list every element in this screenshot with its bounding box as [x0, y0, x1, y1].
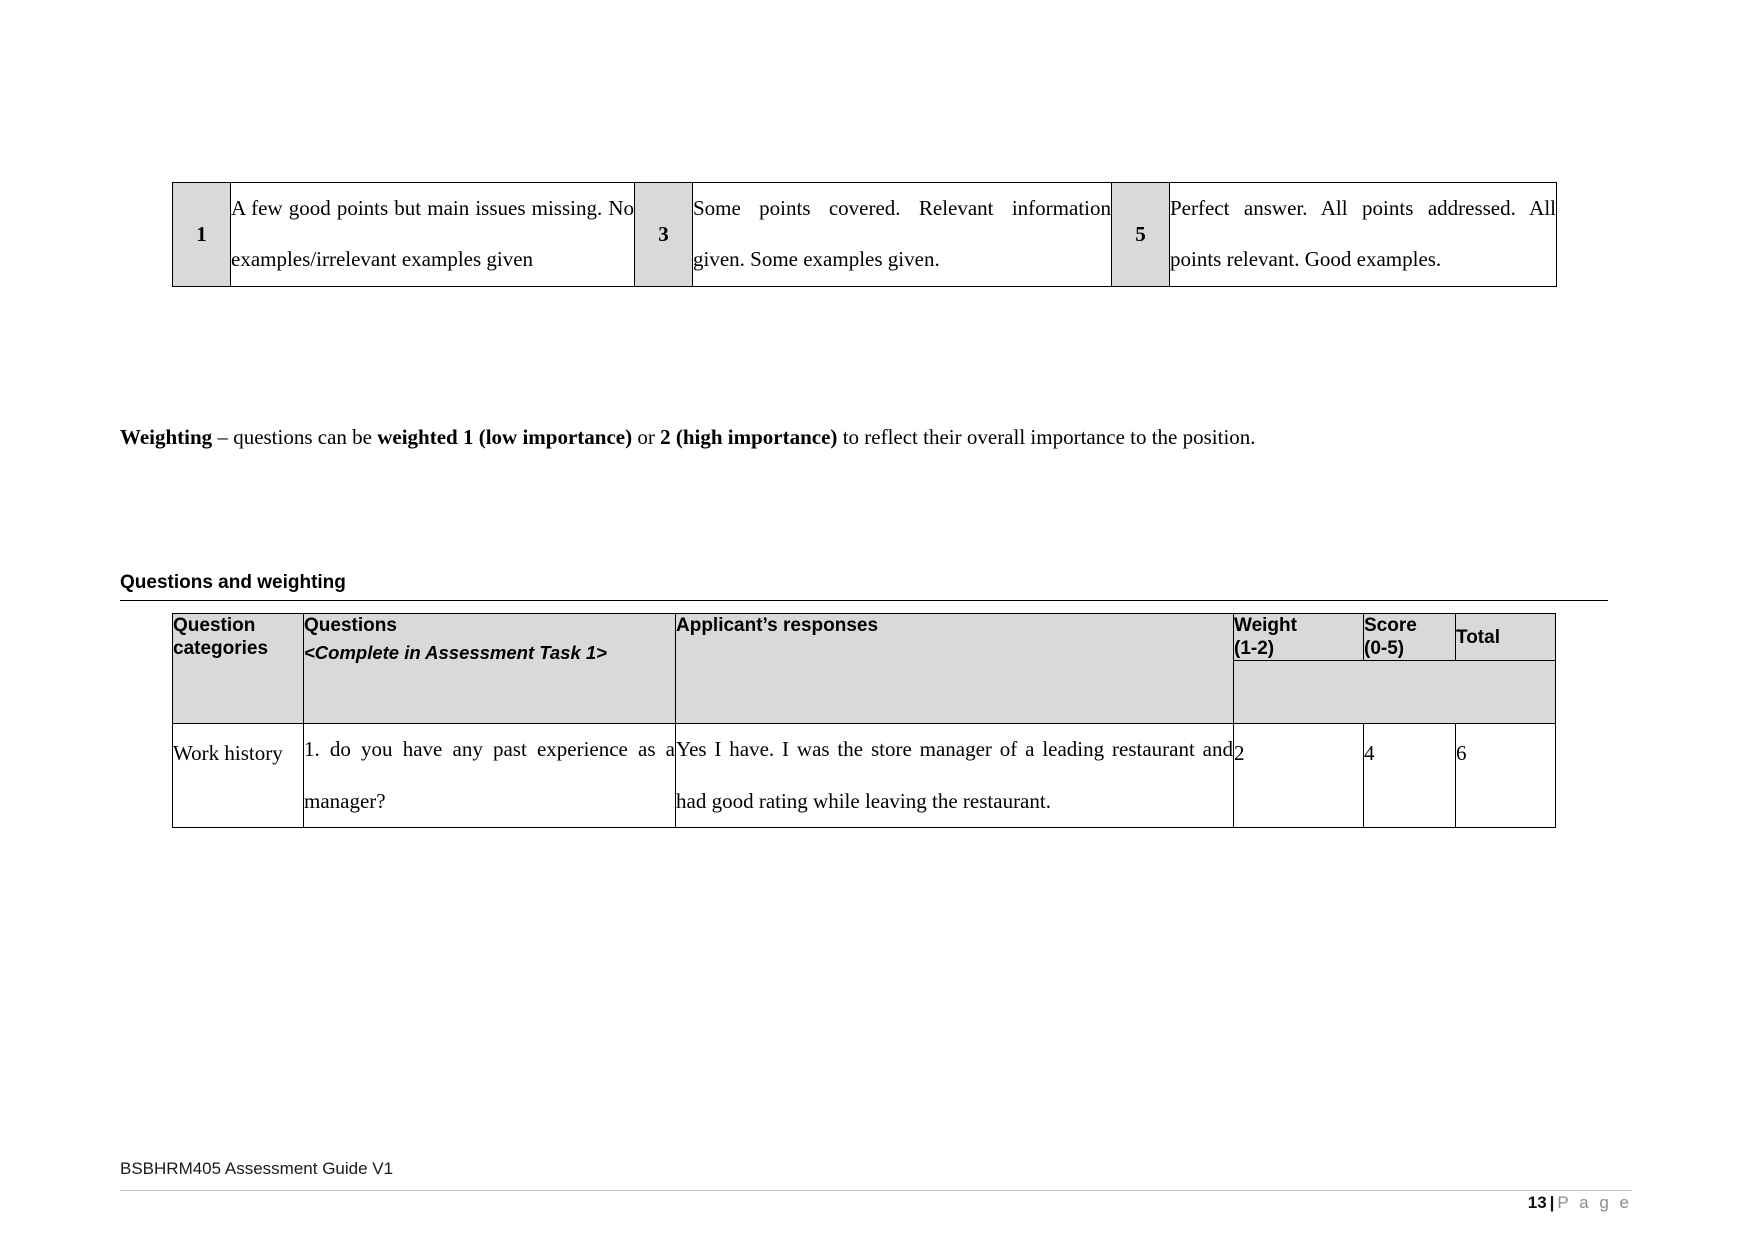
column-header-weight-line1: Weight: [1234, 615, 1297, 636]
header-spacer-cell: [1233, 660, 1556, 725]
rubric-table-container: 1 A few good points but main issues miss…: [172, 182, 1557, 287]
column-header-score-line1: Score: [1364, 615, 1417, 636]
rubric-description-3: Some points covered. Relevant informatio…: [692, 182, 1112, 287]
page-number-value: 13: [1527, 1193, 1547, 1212]
document-page: 1 A few good points but main issues miss…: [0, 0, 1754, 1241]
footer-page-number: 13 | P a g e: [1528, 1193, 1632, 1213]
table-header-row: Question categories Questions <Complete …: [172, 612, 1556, 725]
rubric-score-5: 5: [1111, 182, 1170, 287]
weighting-paragraph: Weighting – questions can be weighted 1 …: [120, 423, 1640, 451]
column-header-questions-label: Questions: [304, 615, 397, 636]
column-header-question-categories: Question categories: [172, 612, 304, 725]
questions-table-container: Question categories Questions <Complete …: [172, 612, 1556, 829]
cell-question-text: 1. do you have any past experience as a …: [303, 723, 676, 829]
cell-weight-value: 2: [1233, 723, 1364, 829]
column-header-score: Score (0-5): [1363, 612, 1456, 662]
cell-total-value: 6: [1455, 723, 1556, 829]
rubric-score-3: 3: [634, 182, 693, 287]
footer-document-title: BSBHRM405 Assessment Guide V1: [120, 1159, 394, 1178]
column-header-total: Total: [1455, 612, 1556, 662]
column-header-questions-note: <Complete in Assessment Task 1>: [304, 642, 607, 664]
cell-score-value: 4: [1363, 723, 1456, 829]
weighting-text-3: to reflect their overall importance to t…: [837, 425, 1256, 449]
section-heading-questions-and-weighting: Questions and weighting: [120, 572, 1608, 601]
column-header-weight: Weight (1-2): [1233, 612, 1364, 662]
weighting-high-importance: 2 (high importance): [660, 425, 838, 449]
page-number-word: P a g e: [1557, 1193, 1632, 1212]
page-number-separator: |: [1549, 1193, 1555, 1212]
weighting-text-1: – questions can be: [212, 425, 378, 449]
cell-question-category: Work history: [172, 723, 304, 829]
rubric-description-5: Perfect answer. All points addressed. Al…: [1169, 182, 1557, 287]
column-header-applicant-responses: Applicant’s responses: [675, 612, 1234, 725]
table-row: Work history 1. do you have any past exp…: [172, 723, 1556, 829]
questions-table: Question categories Questions <Complete …: [172, 612, 1556, 829]
weighting-label: Weighting: [120, 425, 213, 449]
rubric-description-1: A few good points but main issues missin…: [230, 182, 635, 287]
column-header-weight-line2: (1-2): [1234, 638, 1275, 660]
column-header-score-line2: (0-5): [1364, 638, 1405, 660]
table-row: 1 A few good points but main issues miss…: [172, 182, 1557, 287]
column-header-questions: Questions <Complete in Assessment Task 1…: [303, 612, 676, 725]
weighting-text-2: or: [632, 425, 661, 449]
weighting-low-importance: weighted 1 (low importance): [377, 425, 633, 449]
rubric-table: 1 A few good points but main issues miss…: [172, 182, 1557, 287]
cell-applicant-response: Yes I have. I was the store manager of a…: [675, 723, 1234, 829]
footer-divider: [120, 1190, 1632, 1191]
rubric-score-1: 1: [172, 182, 231, 287]
